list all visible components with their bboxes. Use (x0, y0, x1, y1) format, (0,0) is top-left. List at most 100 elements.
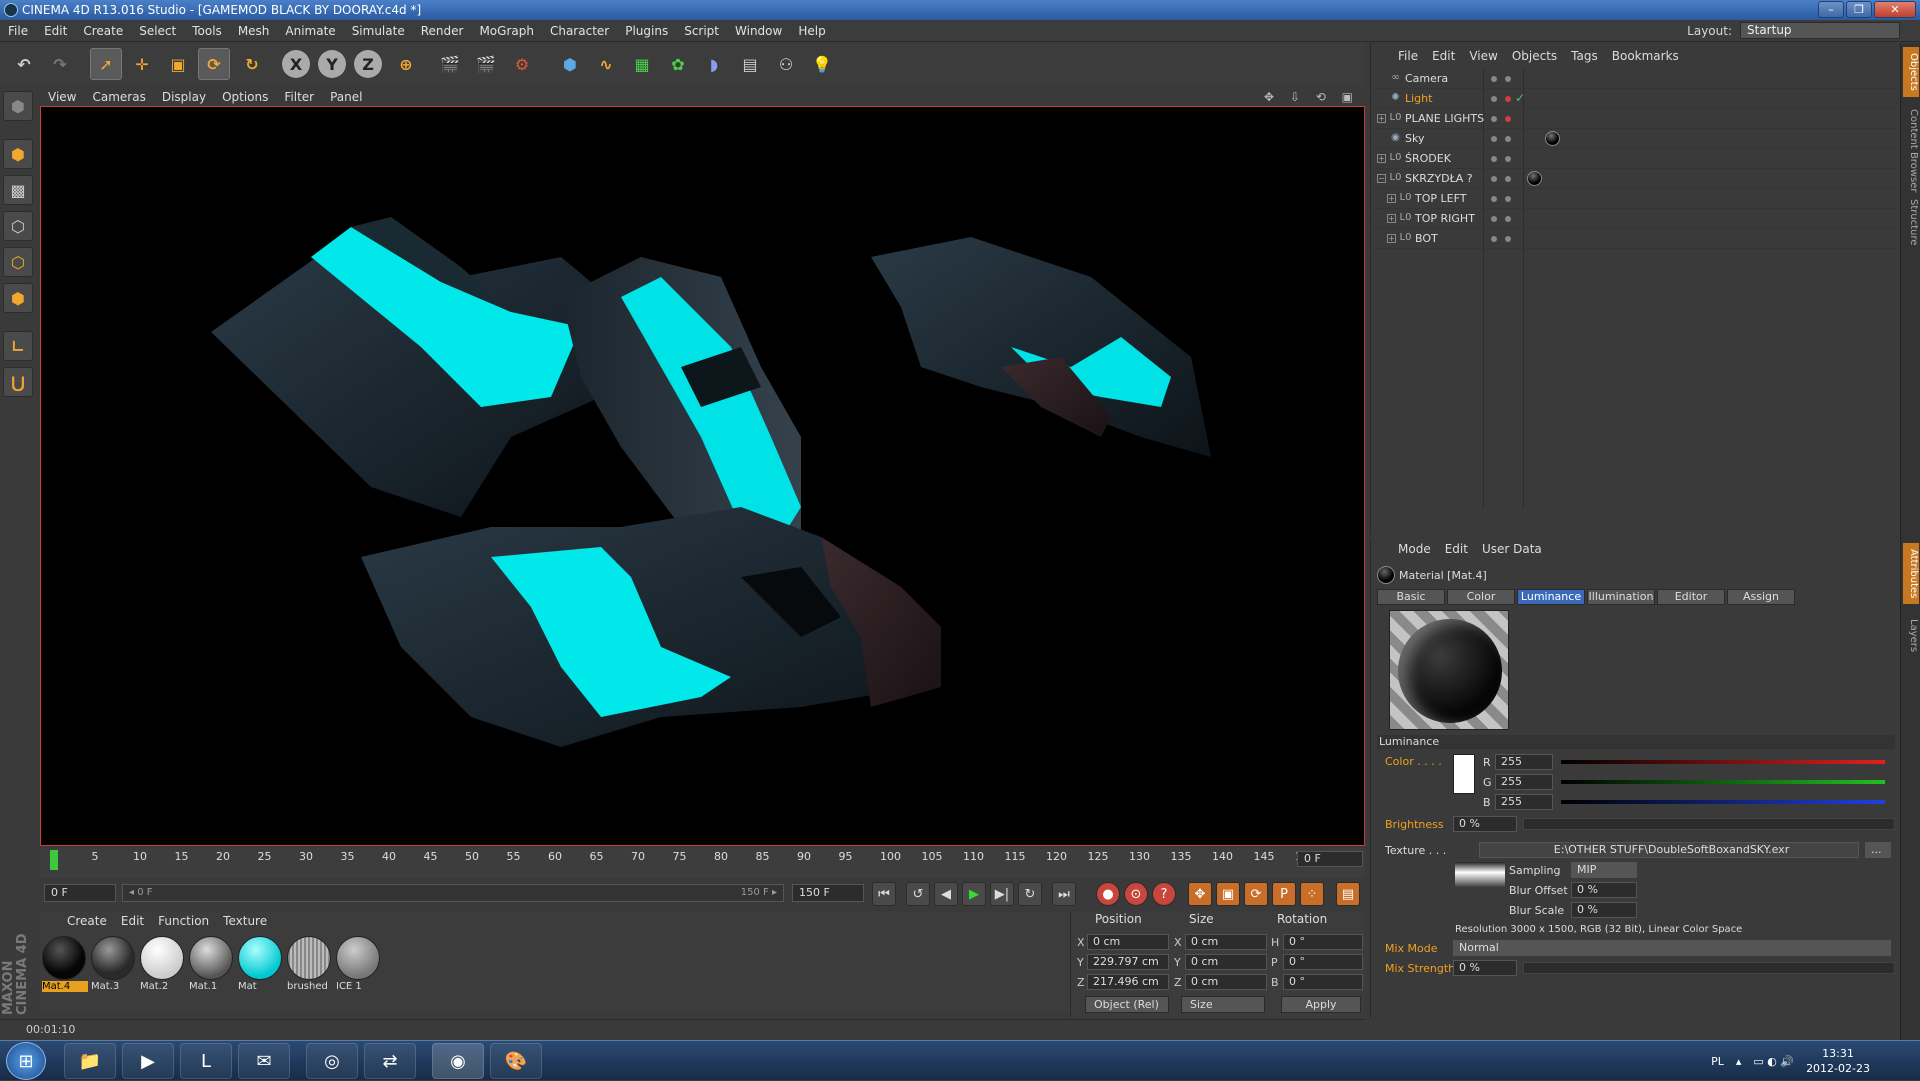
render-visibility-dot[interactable] (1505, 96, 1511, 102)
attr-menu-userdata[interactable]: User Data (1475, 542, 1549, 556)
mix-mode-select[interactable]: Normal (1453, 940, 1891, 956)
expand-toggle-icon[interactable]: − (1377, 174, 1386, 183)
brightness-field[interactable]: 0 % (1453, 816, 1517, 832)
side-tab-structure[interactable]: Structure (1903, 193, 1919, 252)
blur-offset-field[interactable]: 0 % (1571, 882, 1637, 898)
timeline-playhead[interactable] (50, 850, 58, 870)
play-backwards-button[interactable]: ◀ (934, 882, 958, 906)
preview-range-slider[interactable]: ◂ 0 F 150 F ▸ (122, 884, 784, 902)
array-icon[interactable]: ✿ (662, 48, 694, 80)
render-settings-icon[interactable]: ⚙ (506, 48, 538, 80)
enabled-check-icon[interactable]: ✓ (1515, 91, 1525, 105)
x-axis-icon[interactable]: X (282, 50, 310, 78)
expand-toggle-icon[interactable]: + (1387, 214, 1396, 223)
material-menu-function[interactable]: Function (151, 914, 216, 928)
object-name[interactable]: PLANE LIGHTS (1405, 112, 1484, 125)
size-y-field[interactable]: 0 cm (1185, 954, 1267, 970)
y-axis-icon[interactable]: Y (318, 50, 346, 78)
g-field[interactable]: 255 (1495, 774, 1553, 790)
object-menu-file[interactable]: File (1391, 49, 1425, 63)
snap-icon[interactable]: ⋃ (3, 367, 33, 397)
texture-path-field[interactable]: E:\OTHER STUFF\DoubleSoftBoxandSKY.exr (1479, 842, 1859, 858)
language-indicator[interactable]: PL (1711, 1055, 1724, 1068)
object-row[interactable]: ◉ Sky (1371, 129, 1896, 149)
tray-arrow-icon[interactable]: ▴ (1736, 1055, 1742, 1068)
material-menu-edit[interactable]: Edit (114, 914, 151, 928)
sampling-select[interactable]: MIP (1571, 862, 1637, 878)
tab-basic[interactable]: Basic (1377, 589, 1445, 605)
object-name[interactable]: ŚRODEK (1405, 152, 1451, 165)
pos-y-field[interactable]: 229.797 cm (1087, 954, 1169, 970)
side-tab-layers[interactable]: Layers (1903, 613, 1919, 658)
viewport-menu-panel[interactable]: Panel (322, 90, 370, 104)
next-frame-button[interactable]: ▶| (990, 882, 1014, 906)
material-swatch[interactable]: ICE 1 (336, 936, 382, 994)
object-menu-view[interactable]: View (1462, 49, 1504, 63)
menu-create[interactable]: Create (75, 24, 131, 38)
start-frame-field[interactable]: 0 F (44, 884, 116, 902)
object-name[interactable]: TOP LEFT (1415, 192, 1466, 205)
paint-icon[interactable]: 🎨 (490, 1043, 542, 1079)
material-menu-create[interactable]: Create (60, 914, 114, 928)
perspective-viewport[interactable] (40, 106, 1365, 846)
viewport-menu-cameras[interactable]: Cameras (84, 90, 153, 104)
object-row[interactable]: + L0 TOP LEFT (1371, 189, 1896, 209)
menu-plugins[interactable]: Plugins (617, 24, 676, 38)
menu-character[interactable]: Character (542, 24, 617, 38)
material-swatch[interactable]: Mat.2 (140, 936, 186, 994)
object-name[interactable]: Camera (1405, 72, 1448, 85)
key-scale-button[interactable]: ▣ (1216, 882, 1240, 906)
blur-scale-field[interactable]: 0 % (1571, 902, 1637, 918)
render-visibility-dot[interactable] (1505, 176, 1511, 182)
pos-x-field[interactable]: 0 cm (1087, 934, 1169, 950)
attr-menu-edit[interactable]: Edit (1438, 542, 1475, 556)
move-pointer-icon[interactable]: ➚ (90, 48, 122, 80)
timeline-button[interactable]: ▤ (1336, 882, 1360, 906)
pos-z-field[interactable]: 217.496 cm (1087, 974, 1169, 990)
cube-icon[interactable]: ⬢ (554, 48, 586, 80)
size-z-field[interactable]: 0 cm (1185, 974, 1267, 990)
layout-select[interactable]: Startup (1740, 22, 1900, 39)
material-swatch[interactable]: brushed (287, 936, 333, 994)
color-swatch[interactable] (1453, 754, 1475, 794)
object-row[interactable]: + L0 ŚRODEK (1371, 149, 1896, 169)
league-icon[interactable]: L (180, 1043, 232, 1079)
scale-icon[interactable]: ▣ (162, 48, 194, 80)
rot-b-field[interactable]: 0 ° (1283, 974, 1363, 990)
editor-visibility-dot[interactable] (1491, 116, 1497, 122)
render-visibility-dot[interactable] (1505, 116, 1511, 122)
editor-visibility-dot[interactable] (1491, 236, 1497, 242)
close-button[interactable]: ✕ (1874, 1, 1916, 18)
object-row[interactable]: + L0 TOP RIGHT (1371, 209, 1896, 229)
expand-toggle-icon[interactable]: + (1377, 154, 1386, 163)
menu-animate[interactable]: Animate (277, 24, 343, 38)
g-slider[interactable] (1561, 780, 1885, 784)
object-row[interactable]: ∞ Camera (1371, 69, 1896, 89)
spline-icon[interactable]: ∿ (590, 48, 622, 80)
z-axis-icon[interactable]: Z (354, 50, 382, 78)
menu-mesh[interactable]: Mesh (230, 24, 278, 38)
menu-simulate[interactable]: Simulate (344, 24, 413, 38)
texture-mode-icon[interactable]: ▩ (3, 175, 33, 205)
size-x-field[interactable]: 0 cm (1185, 934, 1267, 950)
render-visibility-dot[interactable] (1505, 136, 1511, 142)
render-visibility-dot[interactable] (1505, 216, 1511, 222)
material-menu-texture[interactable]: Texture (216, 914, 274, 928)
menu-mograph[interactable]: MoGraph (471, 24, 542, 38)
object-name[interactable]: Light (1405, 92, 1432, 105)
record-active-button[interactable]: ● (1096, 882, 1120, 906)
mix-strength-slider[interactable] (1523, 962, 1895, 974)
mix-strength-field[interactable]: 0 % (1453, 960, 1517, 976)
render-visibility-dot[interactable] (1505, 196, 1511, 202)
object-row[interactable]: + L0 BOT (1371, 229, 1896, 249)
expand-toggle-icon[interactable]: + (1387, 234, 1396, 243)
key-rotation-button[interactable]: ⟳ (1244, 882, 1268, 906)
light-icon[interactable]: 💡 (806, 48, 838, 80)
menu-file[interactable]: File (0, 24, 36, 38)
maximize-button[interactable]: ❐ (1846, 1, 1872, 18)
b-field[interactable]: 255 (1495, 794, 1553, 810)
side-tab-attributes[interactable]: Attributes (1903, 543, 1919, 605)
render-visibility-dot[interactable] (1505, 76, 1511, 82)
material-tag-icon[interactable] (1527, 171, 1542, 186)
key-position-button[interactable]: ✥ (1188, 882, 1212, 906)
